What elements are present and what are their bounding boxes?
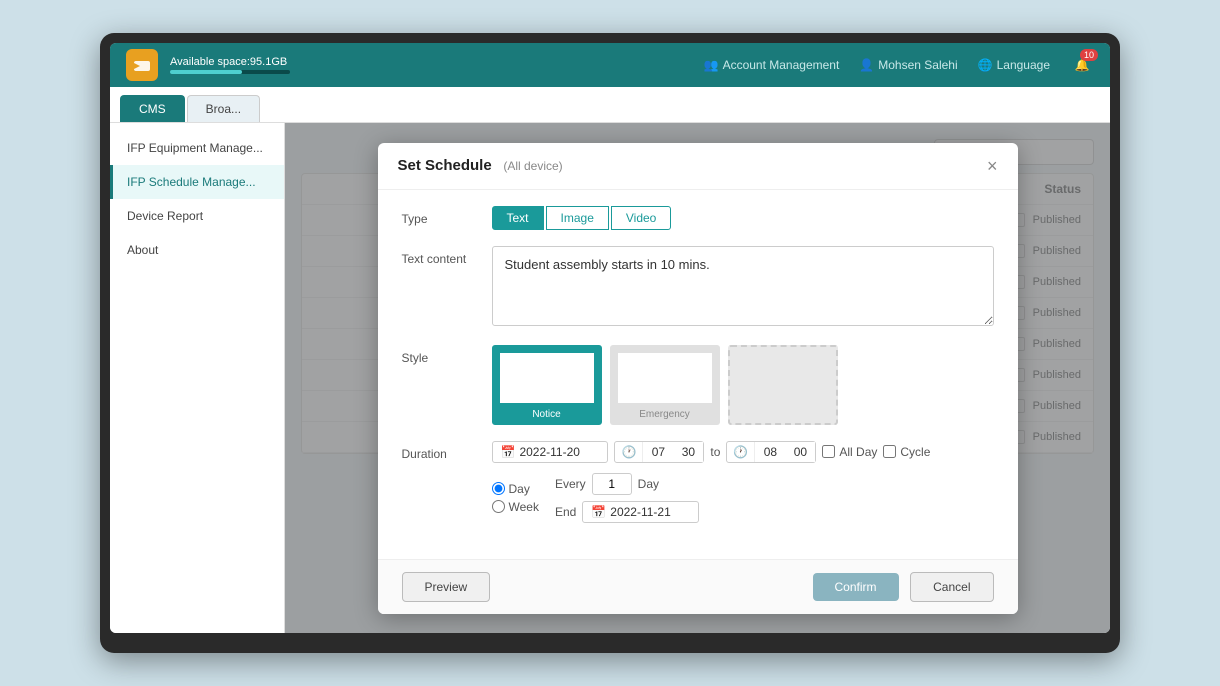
every-unit-label: Day [638, 477, 659, 491]
cancel-button[interactable]: Cancel [910, 572, 993, 602]
radio-week: Week [492, 500, 539, 514]
preview-button[interactable]: Preview [402, 572, 491, 602]
modal-footer: Preview Confirm Cancel [378, 559, 1018, 614]
topbar: Available space:95.1GB 👥 Account Managem… [110, 43, 1110, 87]
sidebar-item-ifp-schedule[interactable]: IFP Schedule Manage... [110, 165, 284, 199]
end-label: End [555, 505, 576, 519]
end-date-input[interactable] [610, 505, 690, 519]
topbar-actions: 👥 Account Management 👤 Mohsen Salehi 🌐 L… [704, 53, 1094, 77]
radio-week-input[interactable] [492, 500, 505, 513]
all-day-label: All Day [839, 445, 877, 459]
user-icon: 👤 [859, 58, 874, 72]
end-min-input[interactable] [785, 442, 815, 462]
style-card-notice[interactable]: Notice [492, 345, 602, 425]
modal-body: Type Text Image Video [378, 190, 1018, 559]
start-time-input-group: 🕐 [614, 441, 704, 463]
to-label: to [710, 445, 720, 459]
account-management-link[interactable]: 👥 Account Management [704, 58, 840, 72]
style-card-emergency[interactable]: Emergency [610, 345, 720, 425]
modal-subtitle: (All device) [503, 159, 562, 173]
every-label: Every [555, 477, 586, 491]
user-profile-link[interactable]: 👤 Mohsen Salehi [859, 58, 957, 72]
tab-broadcast[interactable]: Broa... [187, 95, 260, 122]
sidebar-item-device-report[interactable]: Device Report [110, 199, 284, 233]
end-hour-input[interactable] [755, 442, 785, 462]
start-min-input[interactable] [673, 442, 703, 462]
tab-cms[interactable]: CMS [120, 95, 185, 122]
modal-title: Set Schedule [398, 157, 492, 174]
notification-bell[interactable]: 🔔 10 [1070, 53, 1094, 77]
every-value-input[interactable] [592, 473, 632, 495]
style-row: Style Notice [402, 345, 994, 425]
radio-day-input[interactable] [492, 482, 505, 495]
type-btn-text[interactable]: Text [492, 206, 544, 230]
modal-header: Set Schedule (All device) × [378, 143, 1018, 190]
style-card-custom[interactable] [728, 345, 838, 425]
cycle-wrap: Cycle [883, 445, 930, 459]
duration-label: Duration [402, 441, 492, 461]
style-notice-label: Notice [494, 409, 600, 420]
duration-row: Duration 📅 🕐 [402, 441, 994, 523]
main-content: 🔍 Search Status dolor Published [285, 123, 1110, 633]
language-selector[interactable]: 🌐 Language [978, 58, 1050, 72]
radio-day: Day [492, 482, 539, 496]
notification-badge: 10 [1080, 49, 1098, 61]
cycle-checkbox[interactable] [883, 445, 896, 458]
calendar-icon: 📅 [501, 445, 516, 459]
end-time-input-group: 🕐 [726, 441, 816, 463]
style-emergency-label: Emergency [612, 409, 718, 420]
sidebar-item-about[interactable]: About [110, 233, 284, 267]
globe-icon: 🌐 [978, 58, 993, 72]
clock-icon-start: 🕐 [615, 442, 643, 462]
text-content-row: Text content Student assembly starts in … [402, 246, 994, 329]
day-radio-label: Day [509, 482, 530, 496]
confirm-button[interactable]: Confirm [813, 573, 899, 601]
nav-tabs: CMS Broa... [110, 87, 1110, 123]
end-row: End 📅 [555, 501, 699, 523]
start-date-input[interactable] [519, 445, 599, 459]
set-schedule-modal: Set Schedule (All device) × Type [378, 143, 1018, 614]
account-icon: 👥 [704, 58, 719, 72]
modal-close-button[interactable]: × [987, 157, 998, 175]
end-date-input-wrap: 📅 [582, 501, 699, 523]
type-label: Type [402, 206, 492, 226]
type-row: Type Text Image Video [402, 206, 994, 230]
every-row: Every Day [555, 473, 699, 495]
type-btn-image[interactable]: Image [546, 206, 609, 230]
style-label: Style [402, 345, 492, 365]
start-date-input-wrap: 📅 [492, 441, 609, 463]
clock-icon-end: 🕐 [727, 442, 755, 462]
all-day-wrap: All Day [822, 445, 877, 459]
week-radio-label: Week [509, 500, 539, 514]
cycle-label: Cycle [900, 445, 930, 459]
text-content-input[interactable]: Student assembly starts in 10 mins. [492, 246, 994, 326]
style-card-group: Notice Emergency [492, 345, 994, 425]
type-button-group: Text Image Video [492, 206, 994, 230]
text-content-label: Text content [402, 246, 492, 266]
modal-overlay: Set Schedule (All device) × Type [285, 123, 1110, 633]
all-day-checkbox[interactable] [822, 445, 835, 458]
app-logo [126, 49, 158, 81]
type-btn-video[interactable]: Video [611, 206, 671, 230]
storage-info: Available space:95.1GB [170, 56, 704, 74]
sidebar-item-ifp-equipment[interactable]: IFP Equipment Manage... [110, 131, 284, 165]
sidebar: IFP Equipment Manage... IFP Schedule Man… [110, 123, 285, 633]
calendar-icon-end: 📅 [591, 505, 606, 519]
start-hour-input[interactable] [643, 442, 673, 462]
